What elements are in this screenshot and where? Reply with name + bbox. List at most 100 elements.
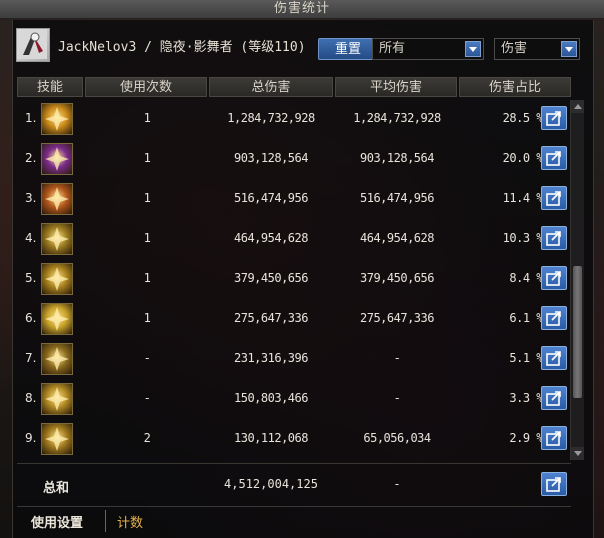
uses-value: 2 — [143, 431, 151, 445]
silhouette-skill-icon[interactable] — [41, 343, 73, 375]
gold-strike-skill-icon[interactable] — [41, 263, 73, 295]
purple-slash-skill-icon[interactable] — [41, 143, 73, 175]
average-damage-value: 516,474,956 — [360, 191, 434, 205]
average-damage-value: 275,647,336 — [360, 311, 434, 325]
scroll-down-arrow-icon[interactable] — [571, 447, 584, 460]
footer-divider — [17, 506, 571, 507]
share-icon — [546, 431, 561, 446]
table-row: 1. 1 1,284,732,928 1,284,732,928 28.5 % — [17, 99, 571, 139]
total-label: 总和 — [43, 481, 70, 496]
average-damage-value: - — [393, 351, 401, 365]
row-index: 8. — [25, 391, 37, 405]
table-row: 4. 1 464,954,628 464,954,628 10.3 % — [17, 219, 571, 259]
uses-value: 1 — [143, 151, 151, 165]
reset-button[interactable]: 重置 — [318, 38, 378, 60]
window-titlebar[interactable]: 伤害统计 — [0, 0, 604, 19]
uses-value: 1 — [143, 111, 151, 125]
row-index: 5. — [25, 271, 37, 285]
gold-dash-skill-icon[interactable] — [41, 423, 73, 455]
table-row: 9. 2 130,112,068 65,056,034 2.9 % — [17, 419, 571, 459]
share-row-button[interactable] — [541, 266, 567, 290]
uses-value: - — [143, 351, 151, 365]
share-icon — [546, 111, 561, 126]
damage-share-value: 2.9 % — [509, 431, 543, 445]
share-icon — [546, 391, 561, 406]
footer-tabs: 使用设置 计数 — [17, 508, 571, 536]
share-icon — [546, 477, 561, 492]
table-row: 2. 1 903,128,564 903,128,564 20.0 % — [17, 139, 571, 179]
uses-value: - — [143, 391, 151, 405]
row-index: 4. — [25, 231, 37, 245]
total-damage-value: 4,512,004,125 — [224, 477, 318, 491]
share-icon — [546, 351, 561, 366]
share-icon — [546, 151, 561, 166]
damage-share-value: 3.3 % — [509, 391, 543, 405]
row-index: 6. — [25, 311, 37, 325]
gold-burst-skill-icon[interactable] — [41, 103, 73, 135]
damage-share-value: 10.3 % — [502, 231, 544, 245]
average-damage-value: 903,128,564 — [360, 151, 434, 165]
total-damage-value: 464,954,628 — [234, 231, 308, 245]
gold-arrow-skill-icon[interactable] — [41, 383, 73, 415]
total-damage-value: 275,647,336 — [234, 311, 308, 325]
average-damage-value: 464,954,628 — [360, 231, 434, 245]
chevron-down-icon[interactable] — [465, 41, 481, 57]
row-index: 3. — [25, 191, 37, 205]
total-damage-value: 130,112,068 — [234, 431, 308, 445]
scroll-up-arrow-icon[interactable] — [571, 100, 584, 113]
tab-count[interactable]: 计数 — [117, 512, 143, 531]
gold-wings-skill-icon[interactable] — [41, 223, 73, 255]
table-row: 5. 1 379,450,656 379,450,656 8.4 % — [17, 259, 571, 299]
share-row-button[interactable] — [541, 346, 567, 370]
uses-value: 1 — [143, 231, 151, 245]
source-filter-select[interactable]: 所有 — [372, 38, 484, 60]
damage-share-value: 11.4 % — [502, 191, 544, 205]
average-damage-value: 1,284,732,928 — [353, 111, 441, 125]
row-index: 9. — [25, 431, 37, 445]
window-title: 伤害统计 — [273, 1, 330, 16]
total-damage-value: 1,284,732,928 — [227, 111, 315, 125]
total-damage-value: 150,803,466 — [234, 391, 308, 405]
column-header-skill[interactable]: 技能 — [17, 77, 83, 97]
column-header-average-damage[interactable]: 平均伤害 — [335, 77, 457, 97]
metric-filter-select[interactable]: 伤害 — [494, 38, 580, 60]
column-header-total-damage[interactable]: 总伤害 — [209, 77, 333, 97]
share-row-button[interactable] — [541, 306, 567, 330]
share-total-button[interactable] — [541, 472, 567, 496]
chevron-down-icon[interactable] — [561, 41, 577, 57]
table-row: 8. - 150,803,466 - 3.3 % — [17, 379, 571, 419]
uses-value: 1 — [143, 191, 151, 205]
scrollbar-thumb[interactable] — [573, 266, 582, 398]
column-header-damage-share[interactable]: 伤害占比 — [459, 77, 571, 97]
tab-usage-settings[interactable]: 使用设置 — [31, 512, 83, 531]
share-icon — [546, 231, 561, 246]
share-icon — [546, 271, 561, 286]
row-index: 7. — [25, 351, 37, 365]
total-average-value: - — [393, 477, 401, 491]
star-explosion-skill-icon[interactable] — [41, 303, 73, 335]
share-row-button[interactable] — [541, 386, 567, 410]
damage-share-value: 6.1 % — [509, 311, 543, 325]
share-row-button[interactable] — [541, 186, 567, 210]
share-row-button[interactable] — [541, 426, 567, 450]
share-row-button[interactable] — [541, 226, 567, 250]
table-row: 3. 1 516,474,956 516,474,956 11.4 % — [17, 179, 571, 219]
column-header-uses[interactable]: 使用次数 — [85, 77, 207, 97]
total-damage-value: 516,474,956 — [234, 191, 308, 205]
share-icon — [546, 191, 561, 206]
table-header: 技能 使用次数 总伤害 平均伤害 伤害占比 — [17, 77, 571, 97]
source-filter-value: 所有 — [379, 41, 406, 56]
damage-share-value: 5.1 % — [509, 351, 543, 365]
share-row-button[interactable] — [541, 106, 567, 130]
tab-separator — [105, 510, 106, 532]
character-info: JackNelov3 / 隐夜·影舞者 (等级110) — [58, 40, 306, 55]
table-scrollbar[interactable] — [570, 100, 584, 460]
flame-dash-skill-icon[interactable] — [41, 183, 73, 215]
row-index: 1. — [25, 111, 37, 125]
total-damage-value: 903,128,564 — [234, 151, 308, 165]
damage-share-value: 8.4 % — [509, 271, 543, 285]
character-avatar — [16, 28, 50, 62]
share-row-button[interactable] — [541, 146, 567, 170]
table-row: 7. - 231,316,396 - 5.1 % — [17, 339, 571, 379]
average-damage-value: 65,056,034 — [363, 431, 431, 445]
